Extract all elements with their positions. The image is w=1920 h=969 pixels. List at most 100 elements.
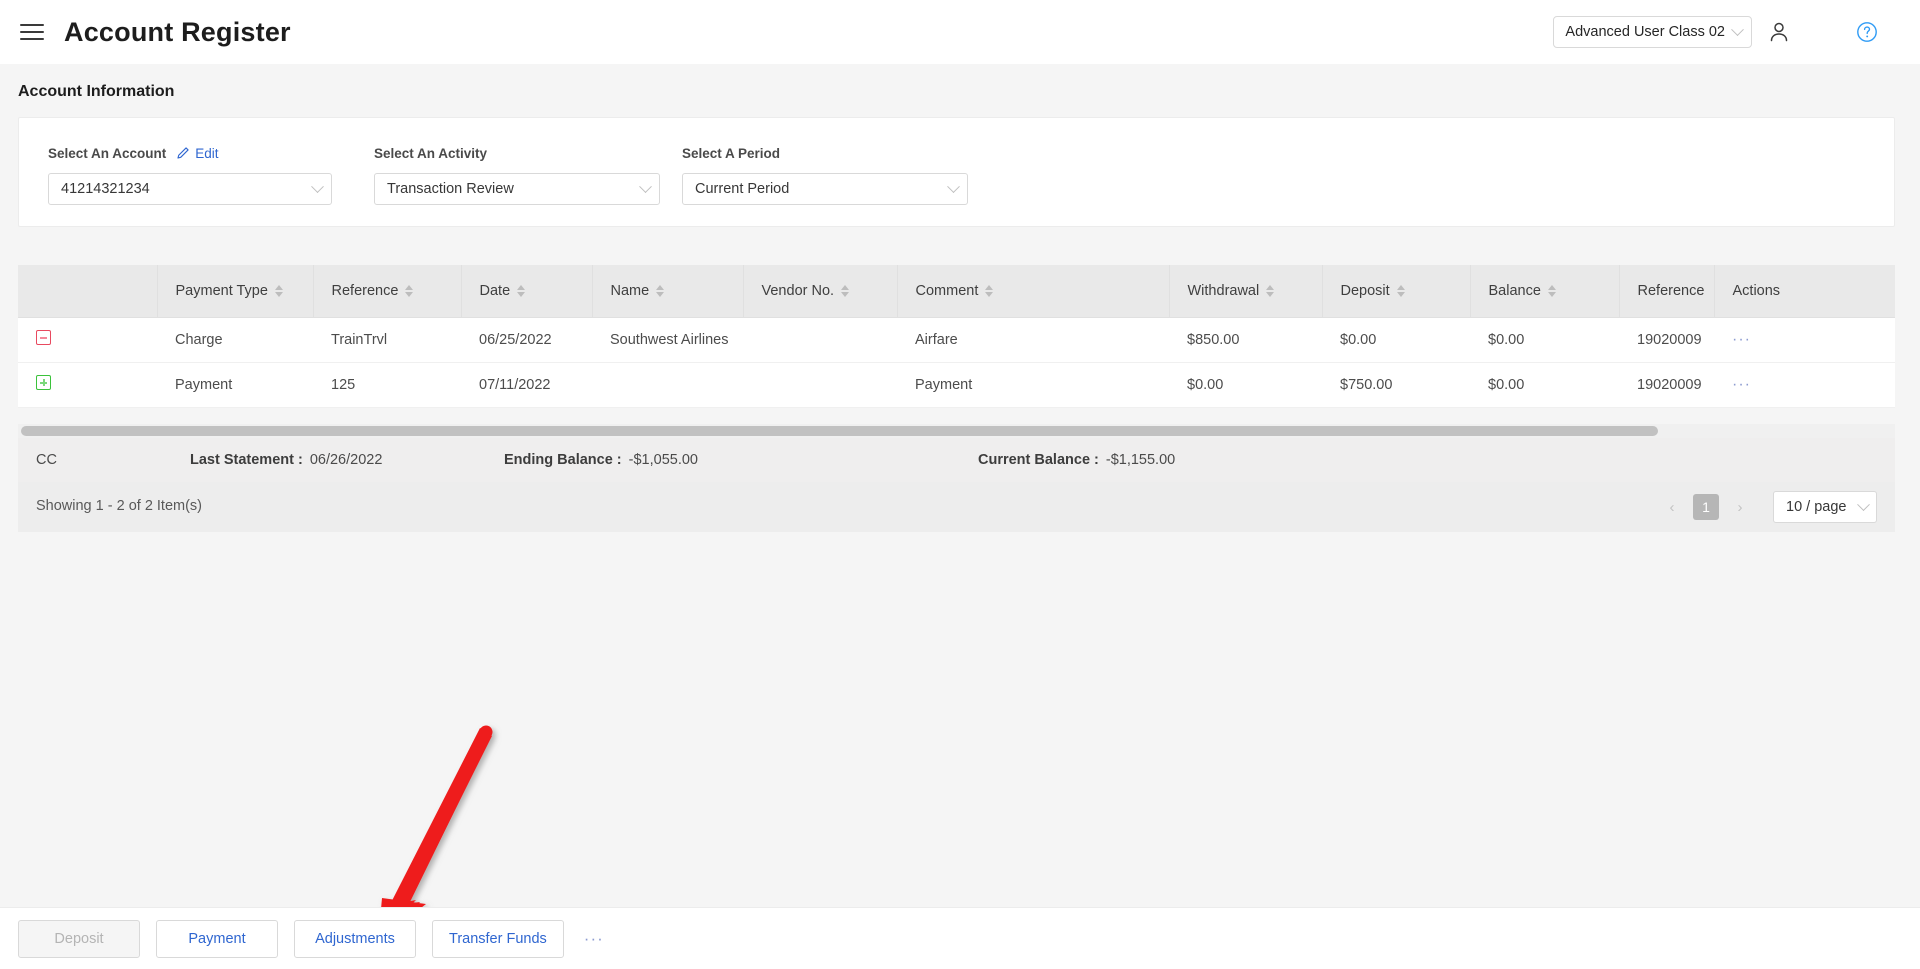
column-header-label: Comment xyxy=(915,282,979,299)
chevron-right-icon[interactable]: › xyxy=(1725,491,1755,523)
column-header-label: Balance xyxy=(1488,282,1541,299)
bottom-action-bar: Deposit Payment Adjustments Transfer Fun… xyxy=(0,907,1920,969)
chevron-down-icon xyxy=(639,179,652,193)
sort-arrows-icon[interactable] xyxy=(985,284,994,297)
cell-actions[interactable]: ··· xyxy=(1714,316,1895,363)
column-header-label: Date xyxy=(479,282,511,299)
column-header-marker xyxy=(18,265,158,318)
account-summary-bar: CC Last Statement : 06/26/2022 Ending Ba… xyxy=(18,438,1895,482)
sort-arrows-icon[interactable] xyxy=(1396,284,1405,297)
horizontal-scrollbar-thumb[interactable] xyxy=(21,426,1658,436)
summary-current-balance: Current Balance : -$1,155.00 xyxy=(978,452,1175,468)
cell-name: Southwest Airlines xyxy=(592,316,743,363)
transaction-table: Payment Type Reference Date Name Vendor No. C… xyxy=(18,265,1895,408)
cell-balance: $0.00 xyxy=(1470,362,1619,408)
column-header-payment-type[interactable]: Payment Type xyxy=(157,265,314,318)
page-title: Account Register xyxy=(64,16,291,47)
account-select[interactable]: 41214321234 xyxy=(48,173,332,205)
column-header-label: Vendor No. xyxy=(761,282,835,299)
transaction-table-scroll-area[interactable]: Payment Type Reference Date Name Vendor No. C… xyxy=(18,265,1895,408)
column-header-vendor-no[interactable]: Vendor No. xyxy=(743,265,898,318)
deposit-button[interactable]: Deposit xyxy=(18,919,140,958)
current-balance-value: -$1,155.00 xyxy=(1105,452,1176,468)
cell-balance: $0.00 xyxy=(1470,316,1619,363)
account-field-label: Select An Account xyxy=(48,145,167,161)
chevron-down-icon xyxy=(311,179,324,193)
cell-vendor-no xyxy=(743,362,897,408)
column-header-withdrawal[interactable]: Withdrawal xyxy=(1169,265,1323,318)
sort-arrows-icon[interactable] xyxy=(517,284,526,297)
column-header-reference: Reference xyxy=(1619,265,1715,318)
sort-arrows-icon[interactable] xyxy=(1547,284,1556,297)
cell-comment: Airfare xyxy=(897,316,1169,363)
pagination-page-1[interactable]: 1 xyxy=(1693,494,1719,520)
more-actions-icon[interactable]: ··· xyxy=(584,929,604,949)
hamburger-menu-icon[interactable] xyxy=(20,18,48,46)
row-actions-ellipsis-icon[interactable]: ··· xyxy=(1732,331,1751,348)
cell-payment-type: Charge xyxy=(157,316,313,363)
column-header-label: Withdrawal xyxy=(1187,282,1260,299)
row-actions-ellipsis-icon[interactable]: ··· xyxy=(1732,376,1751,393)
column-header-label: Payment Type xyxy=(175,282,268,299)
table-row[interactable]: Charge TrainTrvl 06/25/2022 Southwest Airli… xyxy=(18,316,1895,363)
column-header-name[interactable]: Name xyxy=(592,265,744,318)
cell-marker[interactable] xyxy=(18,362,157,408)
user-avatar-icon[interactable] xyxy=(1752,12,1806,52)
period-select-value: Current Period xyxy=(695,181,790,197)
last-statement-label: Last Statement : xyxy=(190,452,303,468)
plus-square-green-icon[interactable] xyxy=(36,375,51,390)
page-size-dropdown[interactable]: 10 / page xyxy=(1773,491,1877,523)
edit-account-link[interactable]: Edit xyxy=(176,146,219,161)
cell-payment-type: Payment xyxy=(157,362,313,408)
payment-button[interactable]: Payment xyxy=(156,919,278,958)
column-header-balance[interactable]: Balance xyxy=(1470,265,1620,318)
transaction-table-card: Payment Type Reference Date Name Vendor No. C… xyxy=(18,265,1895,408)
help-circle-icon[interactable] xyxy=(1840,12,1894,52)
column-header-label: Actions xyxy=(1732,282,1781,299)
column-header-label: Reference xyxy=(331,282,399,299)
sort-arrows-icon[interactable] xyxy=(656,284,665,297)
user-class-value: Advanced User Class 02 xyxy=(1565,24,1725,40)
column-header-actions: Actions xyxy=(1714,265,1895,318)
column-header-label: Name xyxy=(610,282,650,299)
table-row[interactable]: Payment 125 07/11/2022 Payment $0.00 $750.00 $… xyxy=(18,362,1895,408)
page-size-value: 10 / page xyxy=(1786,499,1847,515)
chevron-left-icon[interactable]: ‹ xyxy=(1657,491,1687,523)
column-header-deposit[interactable]: Deposit xyxy=(1322,265,1471,318)
column-header-reference[interactable]: Reference xyxy=(313,265,462,318)
minus-square-red-icon[interactable] xyxy=(36,330,51,345)
sort-arrows-icon[interactable] xyxy=(841,284,850,297)
cell-marker[interactable] xyxy=(18,316,157,363)
cell-deposit: $750.00 xyxy=(1322,362,1470,408)
column-header-date[interactable]: Date xyxy=(461,265,593,318)
activity-select[interactable]: Transaction Review xyxy=(374,173,660,205)
cell-reference2: 19020009 xyxy=(1619,316,1714,363)
field-select-a-period: Select A Period Current Period xyxy=(682,144,968,205)
summary-last-statement: Last Statement : 06/26/2022 xyxy=(190,452,382,468)
cell-actions[interactable]: ··· xyxy=(1714,362,1895,408)
activity-select-value: Transaction Review xyxy=(387,181,514,197)
cell-withdrawal: $850.00 xyxy=(1169,316,1322,363)
cell-reference: TrainTrvl xyxy=(313,316,461,363)
user-class-dropdown[interactable]: Advanced User Class 02 xyxy=(1553,16,1752,48)
ending-balance-label: Ending Balance : xyxy=(504,452,622,468)
transfer-funds-button[interactable]: Transfer Funds xyxy=(432,919,564,958)
adjustments-button[interactable]: Adjustments xyxy=(294,919,416,958)
pencil-icon xyxy=(177,147,189,159)
pagination-bar: Showing 1 - 2 of 2 Item(s) ‹ 1 › 10 / pa… xyxy=(18,482,1895,532)
sort-arrows-icon[interactable] xyxy=(274,284,283,297)
account-select-value: 41214321234 xyxy=(61,181,150,197)
app-header: Account Register Advanced User Class 02 xyxy=(0,0,1920,64)
cell-reference2: 19020009 xyxy=(1619,362,1714,408)
horizontal-scrollbar[interactable] xyxy=(18,424,1895,438)
period-field-label: Select A Period xyxy=(682,145,781,161)
cell-date: 06/25/2022 xyxy=(461,316,592,363)
sort-arrows-icon[interactable] xyxy=(405,284,414,297)
current-balance-label: Current Balance : xyxy=(978,452,1099,468)
table-header-row: Payment Type Reference Date Name Vendor No. C… xyxy=(18,265,1895,318)
sort-arrows-icon[interactable] xyxy=(1266,284,1275,297)
table-body: Charge TrainTrvl 06/25/2022 Southwest Airli… xyxy=(18,316,1895,408)
column-header-label: Deposit xyxy=(1340,282,1390,299)
column-header-comment[interactable]: Comment xyxy=(897,265,1170,318)
period-select[interactable]: Current Period xyxy=(682,173,968,205)
